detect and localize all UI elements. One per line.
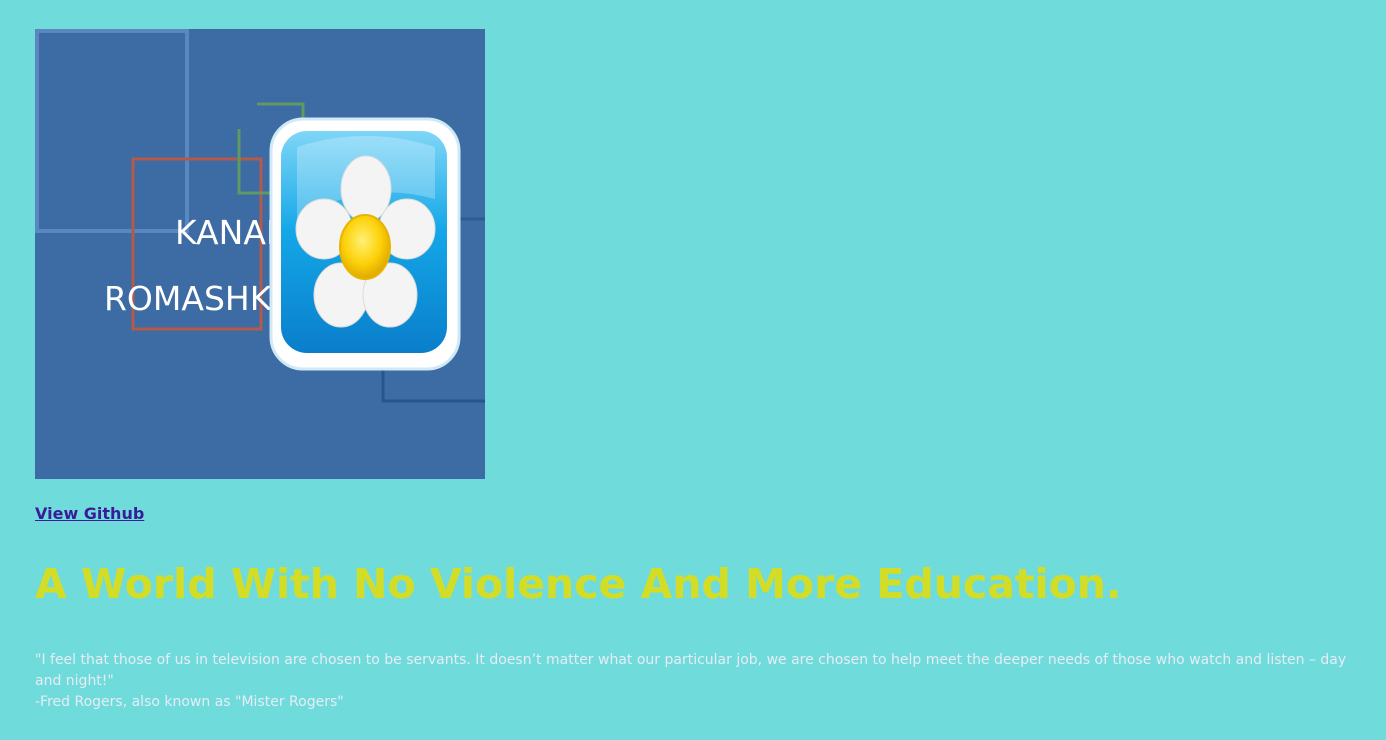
- view-github-link[interactable]: View Github: [35, 504, 144, 523]
- logo-text-line2: ROMASHKA: [104, 279, 294, 318]
- kanal-romashka-logo-image: KANAL ROMASHKA: [35, 29, 485, 479]
- fred-rogers-quote: "I feel that those of us in television a…: [35, 650, 1375, 713]
- decor-frame-blue: [35, 29, 189, 233]
- logo-text-line1: KANAL: [175, 213, 285, 252]
- page: KANAL ROMASHKA View Github A World With …: [0, 0, 1386, 740]
- quote-text: "I feel that those of us in television a…: [35, 652, 1347, 689]
- page-headline: A World With No Violence And More Educat…: [35, 560, 1122, 608]
- quote-attribution: -Fred Rogers, also known as "Mister Roge…: [35, 694, 344, 710]
